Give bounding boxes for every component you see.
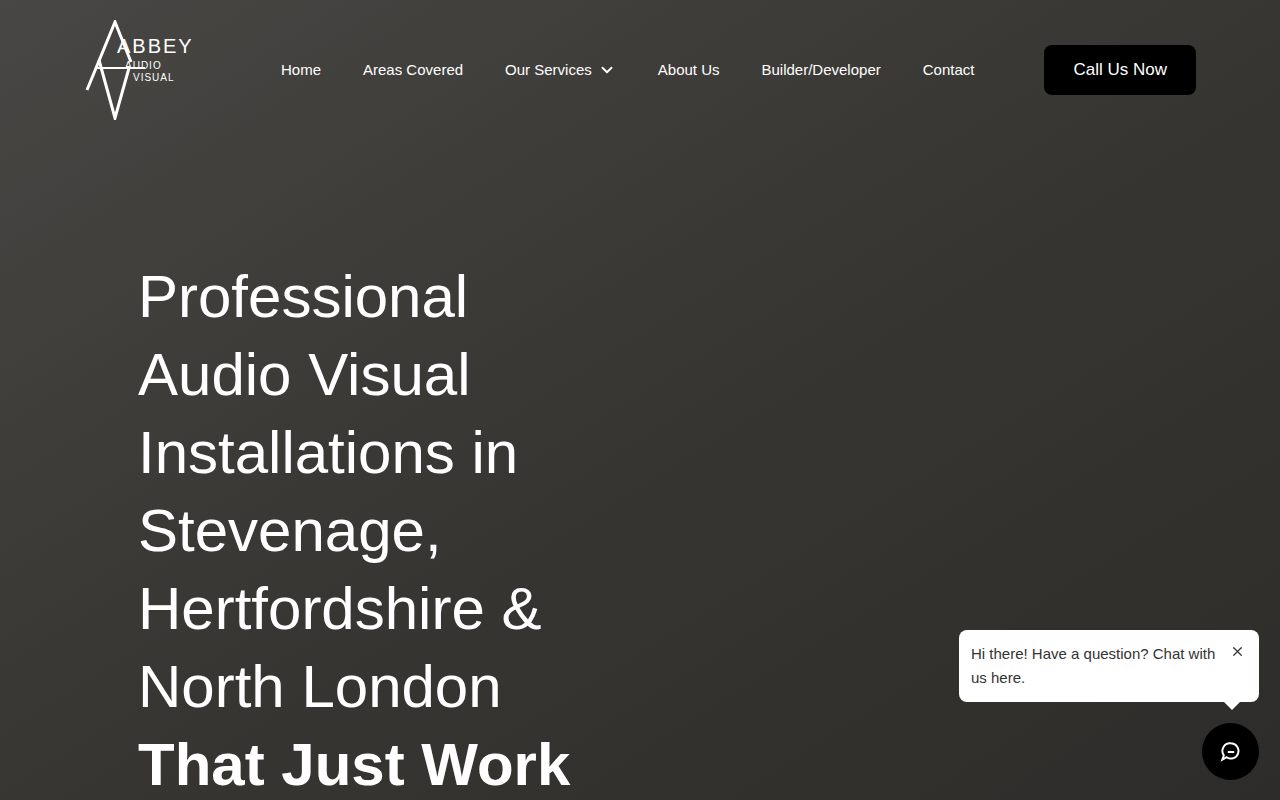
page: ABBEY AUDIO VISUAL Home Areas Covered Our Ser… [0,0,1280,800]
chat-icon [1218,739,1244,765]
hero-heading-line: Stevenage, [138,492,1280,570]
hero-heading-line: That Just Work [138,726,1280,800]
hero-heading-line: Audio Visual [138,336,1280,414]
hero-heading-line: Installations in [138,414,1280,492]
nav-item[interactable]: Areas Covered [363,59,463,82]
nav-item[interactable]: Builder/Developer [761,59,880,82]
logo-name: ABBEY [117,36,194,56]
chat-message: Hi there! Have a question? Chat with us … [971,645,1215,686]
close-icon[interactable] [1230,644,1245,659]
logo[interactable]: ABBEY AUDIO VISUAL [85,20,205,120]
nav-item[interactable]: Contact [923,59,975,82]
chat-bubble[interactable]: Hi there! Have a question? Chat with us … [959,630,1259,702]
chat-bubble-tail [1223,701,1241,710]
call-us-button[interactable]: Call Us Now [1044,45,1196,95]
chevron-down-icon [598,61,616,79]
chat-launcher[interactable] [1202,723,1259,780]
nav-item[interactable]: About Us [658,59,720,82]
header: ABBEY AUDIO VISUAL Home Areas Covered Our Ser… [0,0,1280,120]
hero-heading-line: Professional [138,258,1280,336]
main-nav: Home Areas Covered Our Services About Us Bui… [281,59,974,82]
nav-item[interactable]: Our Services [505,59,616,82]
nav-item[interactable]: Home [281,59,321,82]
logo-line2: VISUAL [133,73,194,83]
logo-line1: AUDIO [125,61,194,71]
